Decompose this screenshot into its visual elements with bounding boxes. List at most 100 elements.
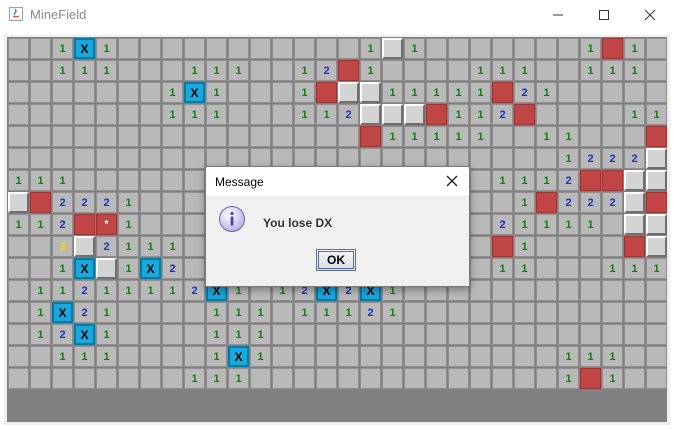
hidden-cell[interactable] [162,302,183,323]
number-1-cell[interactable]: 1 [52,170,73,191]
hidden-cell[interactable] [580,126,601,147]
hidden-cell[interactable] [250,60,271,81]
number-1-cell[interactable]: 1 [536,170,557,191]
hidden-cell[interactable] [426,60,447,81]
hidden-cell[interactable] [52,126,73,147]
hidden-cell[interactable] [382,60,403,81]
hidden-cell[interactable] [514,302,535,323]
hidden-cell[interactable] [514,38,535,59]
hidden-cell[interactable] [602,236,623,257]
hidden-cell[interactable] [580,324,601,345]
hidden-cell[interactable] [30,236,51,257]
number-1-cell[interactable]: 1 [514,258,535,279]
revealed-cell[interactable] [646,236,667,257]
hidden-cell[interactable] [8,82,29,103]
hidden-cell[interactable] [162,368,183,389]
mine-cell[interactable] [624,236,645,257]
hidden-cell[interactable] [404,324,425,345]
hidden-cell[interactable] [118,302,139,323]
hidden-cell[interactable] [470,280,491,301]
number-1-cell[interactable]: 1 [470,82,491,103]
hidden-cell[interactable] [96,170,117,191]
hidden-cell[interactable] [162,214,183,235]
number-1-cell[interactable]: 1 [448,104,469,125]
hidden-cell[interactable] [492,38,513,59]
hidden-cell[interactable] [140,346,161,367]
hidden-cell[interactable] [470,192,491,213]
hidden-cell[interactable] [536,346,557,367]
hidden-cell[interactable] [30,148,51,169]
hidden-cell[interactable] [250,368,271,389]
hidden-cell[interactable] [74,368,95,389]
hidden-cell[interactable] [272,104,293,125]
revealed-cell[interactable] [646,214,667,235]
hidden-cell[interactable] [646,346,667,367]
hidden-cell[interactable] [96,368,117,389]
hidden-cell[interactable] [580,302,601,323]
hidden-cell[interactable] [470,346,491,367]
number-1-cell[interactable]: 1 [624,38,645,59]
mine-cell[interactable] [492,236,513,257]
number-1-cell[interactable]: 1 [536,82,557,103]
hidden-cell[interactable] [470,324,491,345]
number-1-cell[interactable]: 1 [514,236,535,257]
number-1-cell[interactable]: 1 [206,60,227,81]
number-1-cell[interactable]: 1 [162,82,183,103]
number-2-cell[interactable]: 2 [514,82,535,103]
hidden-cell[interactable] [360,324,381,345]
hidden-cell[interactable] [184,192,205,213]
ok-button[interactable]: OK [316,249,356,271]
hidden-cell[interactable] [250,38,271,59]
hidden-cell[interactable] [558,324,579,345]
hidden-cell[interactable] [382,368,403,389]
mine-cell[interactable] [602,170,623,191]
number-1-cell[interactable]: 1 [250,346,271,367]
hidden-cell[interactable] [8,148,29,169]
number-1-cell[interactable]: 1 [206,82,227,103]
hidden-cell[interactable] [492,126,513,147]
revealed-cell[interactable] [96,258,117,279]
hidden-cell[interactable] [118,346,139,367]
number-1-cell[interactable]: 1 [52,280,73,301]
hidden-cell[interactable] [96,82,117,103]
hidden-cell[interactable] [514,346,535,367]
number-2-cell[interactable]: 2 [580,192,601,213]
revealed-cell[interactable] [646,170,667,191]
number-2-cell[interactable]: 2 [338,104,359,125]
number-1-cell[interactable]: 1 [558,214,579,235]
hidden-cell[interactable] [448,368,469,389]
hidden-cell[interactable] [536,104,557,125]
number-1-cell[interactable]: 1 [184,368,205,389]
hidden-cell[interactable] [404,302,425,323]
hidden-cell[interactable] [8,346,29,367]
hidden-cell[interactable] [272,60,293,81]
hidden-cell[interactable] [30,368,51,389]
hidden-cell[interactable] [646,60,667,81]
hidden-cell[interactable] [184,258,205,279]
number-1-cell[interactable]: 1 [360,38,381,59]
flagged-cell[interactable]: X [74,324,95,345]
hidden-cell[interactable] [272,82,293,103]
number-1-cell[interactable]: 1 [514,170,535,191]
number-2-cell[interactable]: 2 [96,192,117,213]
number-1-cell[interactable]: 1 [118,192,139,213]
hidden-cell[interactable] [382,324,403,345]
hidden-cell[interactable] [514,324,535,345]
revealed-cell[interactable] [624,192,645,213]
number-3-cell[interactable]: 3 [52,236,73,257]
number-1-cell[interactable]: 1 [250,324,271,345]
number-1-cell[interactable]: 1 [426,82,447,103]
hidden-cell[interactable] [118,170,139,191]
hidden-cell[interactable] [30,346,51,367]
hidden-cell[interactable] [492,192,513,213]
mine-cell[interactable] [580,170,601,191]
hidden-cell[interactable] [184,148,205,169]
number-1-cell[interactable]: 1 [514,214,535,235]
hidden-cell[interactable] [316,346,337,367]
hidden-cell[interactable] [360,368,381,389]
hidden-cell[interactable] [272,324,293,345]
number-1-cell[interactable]: 1 [30,302,51,323]
hidden-cell[interactable] [8,368,29,389]
hidden-cell[interactable] [184,346,205,367]
hidden-cell[interactable] [514,148,535,169]
